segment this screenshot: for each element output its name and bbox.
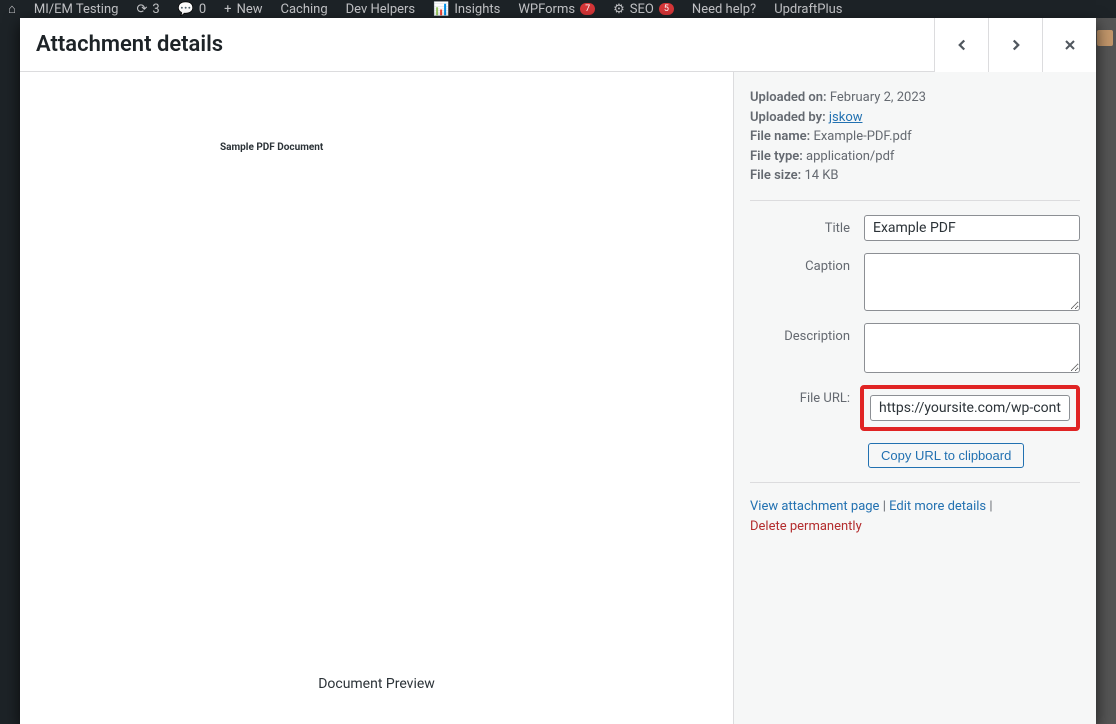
modal-body: Sample PDF Document Document Preview Upl… (20, 72, 1096, 724)
caching-item[interactable]: Caching (281, 2, 328, 17)
seo-badge: 5 (659, 3, 674, 15)
description-row: Description (750, 323, 1080, 373)
insights-label: Insights (454, 2, 500, 17)
modal-title: Attachment details (20, 32, 934, 57)
close-icon (1062, 37, 1078, 53)
uploaded-on-value: February 2, 2023 (830, 90, 926, 105)
wpforms-badge: 7 (580, 3, 595, 15)
help-item[interactable]: Need help? (692, 2, 756, 17)
description-textarea[interactable] (864, 323, 1080, 373)
separator: | (989, 499, 992, 514)
sidebar-icon[interactable] (0, 28, 20, 48)
chevron-right-icon (1007, 36, 1025, 54)
file-type-label: File type: (750, 149, 803, 164)
comments-count: 0 (199, 2, 206, 17)
document-sample-text: Sample PDF Document (40, 92, 713, 153)
admin-sidebar (0, 18, 20, 724)
wpforms-item[interactable]: WPForms 7 (518, 2, 595, 17)
divider (750, 482, 1080, 483)
updates-item[interactable]: ⟳ 3 (136, 2, 159, 17)
file-url-row: File URL: (750, 385, 1080, 431)
file-size-label: File size: (750, 168, 801, 183)
meta-block: Uploaded on: February 2, 2023 Uploaded b… (750, 88, 1080, 186)
document-preview-label: Document Preview (318, 676, 435, 692)
close-button[interactable] (1042, 18, 1096, 72)
file-url-label: File URL: (750, 385, 850, 406)
delete-permanently-link[interactable]: Delete permanently (750, 519, 862, 534)
avatar[interactable] (1097, 30, 1113, 46)
preview-pane: Sample PDF Document Document Preview (20, 72, 734, 724)
attachment-details-modal: Attachment details Sample PDF Document D… (20, 18, 1096, 724)
comments-item[interactable]: 💬 0 (178, 2, 207, 17)
uploaded-by-label: Uploaded by: (750, 110, 826, 125)
action-links: View attachment page | Edit more details… (750, 497, 1080, 539)
file-name-label: File name: (750, 129, 810, 144)
file-url-highlight (860, 385, 1080, 431)
sidebar-icon[interactable] (0, 60, 20, 80)
details-pane: Uploaded on: February 2, 2023 Uploaded b… (734, 72, 1096, 724)
divider (750, 200, 1080, 201)
seo-item[interactable]: ⚙ SEO 5 (613, 2, 674, 17)
chevron-left-icon (953, 36, 971, 54)
sidebar-icon[interactable] (0, 92, 20, 112)
insights-item[interactable]: 📊 Insights (433, 2, 500, 17)
edit-more-link[interactable]: Edit more details (889, 499, 986, 514)
file-name-value: Example-PDF.pdf (813, 129, 911, 144)
next-button[interactable] (988, 18, 1042, 72)
updraft-item[interactable]: UpdraftPlus (774, 2, 842, 17)
file-type-value: application/pdf (806, 149, 894, 164)
admin-bar: ⌂ MI/EM Testing ⟳ 3 💬 0 + New Caching De… (0, 0, 1116, 18)
wp-logo-icon[interactable]: ⌂ (8, 1, 16, 17)
view-attachment-link[interactable]: View attachment page (750, 499, 879, 514)
prev-button[interactable] (934, 18, 988, 72)
wpforms-label: WPForms (518, 2, 575, 17)
caption-row: Caption (750, 253, 1080, 311)
new-item[interactable]: + New (224, 2, 262, 17)
new-label: New (237, 2, 263, 17)
title-label: Title (750, 215, 850, 236)
seo-label: SEO (630, 2, 654, 17)
sidebar-icon[interactable] (0, 124, 20, 144)
uploaded-by-link[interactable]: jskow (829, 110, 863, 125)
file-url-input[interactable] (870, 395, 1070, 421)
caption-label: Caption (750, 253, 850, 274)
site-name[interactable]: MI/EM Testing (34, 2, 119, 17)
caption-textarea[interactable] (864, 253, 1080, 311)
updates-count: 3 (152, 2, 159, 17)
dev-helpers-item[interactable]: Dev Helpers (346, 2, 416, 17)
copy-url-button[interactable]: Copy URL to clipboard (868, 443, 1024, 468)
title-input[interactable] (864, 215, 1080, 241)
file-size-value: 14 KB (804, 168, 838, 183)
description-label: Description (750, 323, 850, 344)
uploaded-on-label: Uploaded on: (750, 90, 827, 105)
title-row: Title (750, 215, 1080, 241)
modal-header: Attachment details (20, 18, 1096, 72)
